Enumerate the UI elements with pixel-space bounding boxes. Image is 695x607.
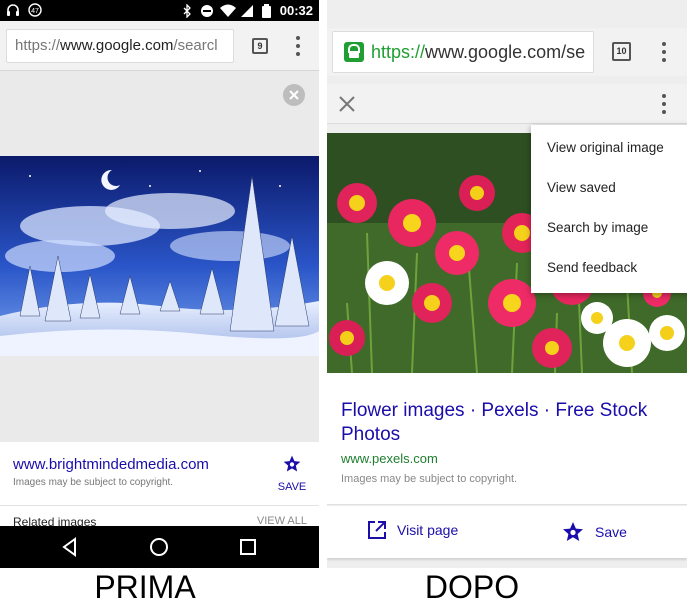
copyright-notice: Images may be subject to copyright. — [13, 477, 174, 488]
url-path: /se — [561, 42, 586, 62]
headphones-icon — [6, 3, 20, 17]
wifi-icon — [219, 4, 236, 18]
menu-item-search-by-image[interactable]: Search by image — [547, 220, 648, 235]
do-not-disturb-icon — [200, 4, 214, 18]
android-navigation-bar — [0, 526, 319, 568]
result-domain-link[interactable]: www.brightmindedmedia.com — [13, 456, 209, 473]
save-label: SAVE — [277, 481, 307, 493]
open-in-new-icon — [368, 521, 386, 539]
address-bar[interactable]: https://www.google.com/searcl — [6, 29, 234, 63]
close-icon — [339, 96, 355, 112]
lock-icon — [344, 42, 364, 62]
tab-switcher-button[interactable]: 10 — [612, 42, 631, 61]
visit-page-label: Visit page — [397, 522, 459, 538]
visit-page-button[interactable]: Visit page — [367, 520, 458, 540]
result-url: www.pexels.com — [341, 451, 438, 466]
home-icon[interactable] — [148, 536, 170, 558]
menu-item-view-original[interactable]: View original image — [547, 140, 664, 155]
save-button[interactable]: SAVE — [277, 454, 307, 493]
image-viewer-bar — [327, 84, 687, 124]
browser-toolbar: https://www.google.com/se 10 — [327, 28, 687, 76]
close-preview-button[interactable] — [283, 84, 305, 106]
close-viewer-button[interactable] — [337, 90, 357, 118]
copyright-notice: Images may be subject to copyright. — [341, 473, 518, 485]
result-actions: Visit page Save — [327, 506, 687, 558]
status-bar: 47 00:32 — [0, 0, 319, 21]
save-button[interactable]: Save — [561, 520, 627, 544]
star-icon — [563, 522, 583, 541]
menu-item-view-saved[interactable]: View saved — [547, 180, 616, 195]
recents-icon[interactable] — [237, 536, 259, 558]
back-icon[interactable] — [59, 536, 81, 558]
svg-text:47: 47 — [31, 8, 39, 15]
url-host: www.google.com — [425, 42, 562, 62]
status-time: 00:32 — [279, 3, 313, 18]
url-scheme: https:// — [15, 37, 61, 54]
after-caption: DOPO — [424, 569, 520, 605]
address-bar[interactable]: https://www.google.com/se — [332, 31, 594, 73]
before-screenshot: 47 00:32 https://www.google.com/searcl 9… — [0, 0, 319, 568]
after-screenshot: https://www.google.com/se 10 View origin… — [327, 0, 687, 568]
url-path: /searcl — [173, 37, 218, 54]
overflow-menu-icon[interactable] — [661, 42, 667, 62]
winter-landscape-image[interactable] — [0, 156, 319, 356]
battery-icon — [260, 3, 274, 18]
overflow-menu-icon[interactable] — [295, 36, 301, 56]
url-host: www.google.com — [60, 37, 174, 54]
menu-item-send-feedback[interactable]: Send feedback — [547, 260, 637, 275]
notification-icon: 47 — [28, 3, 42, 17]
save-label: Save — [595, 524, 627, 540]
bluetooth-icon — [180, 2, 194, 19]
before-caption: PRIMA — [94, 569, 196, 605]
tab-switcher-button[interactable]: 9 — [252, 38, 268, 54]
image-result-card: Flower images · Pexels · Free Stock Phot… — [327, 373, 687, 505]
image-result-card: www.brightmindedmedia.com Images may be … — [0, 442, 319, 506]
result-title-link[interactable]: Flower images · Pexels · Free Stock Phot… — [341, 399, 671, 447]
image-context-menu: View original image View saved Search by… — [531, 125, 687, 293]
url-scheme: https:// — [371, 42, 426, 62]
browser-toolbar: https://www.google.com/searcl 9 — [0, 21, 319, 71]
signal-icon — [240, 4, 254, 18]
image-options-icon[interactable] — [661, 94, 667, 114]
star-icon — [283, 455, 301, 472]
close-icon — [289, 90, 299, 100]
